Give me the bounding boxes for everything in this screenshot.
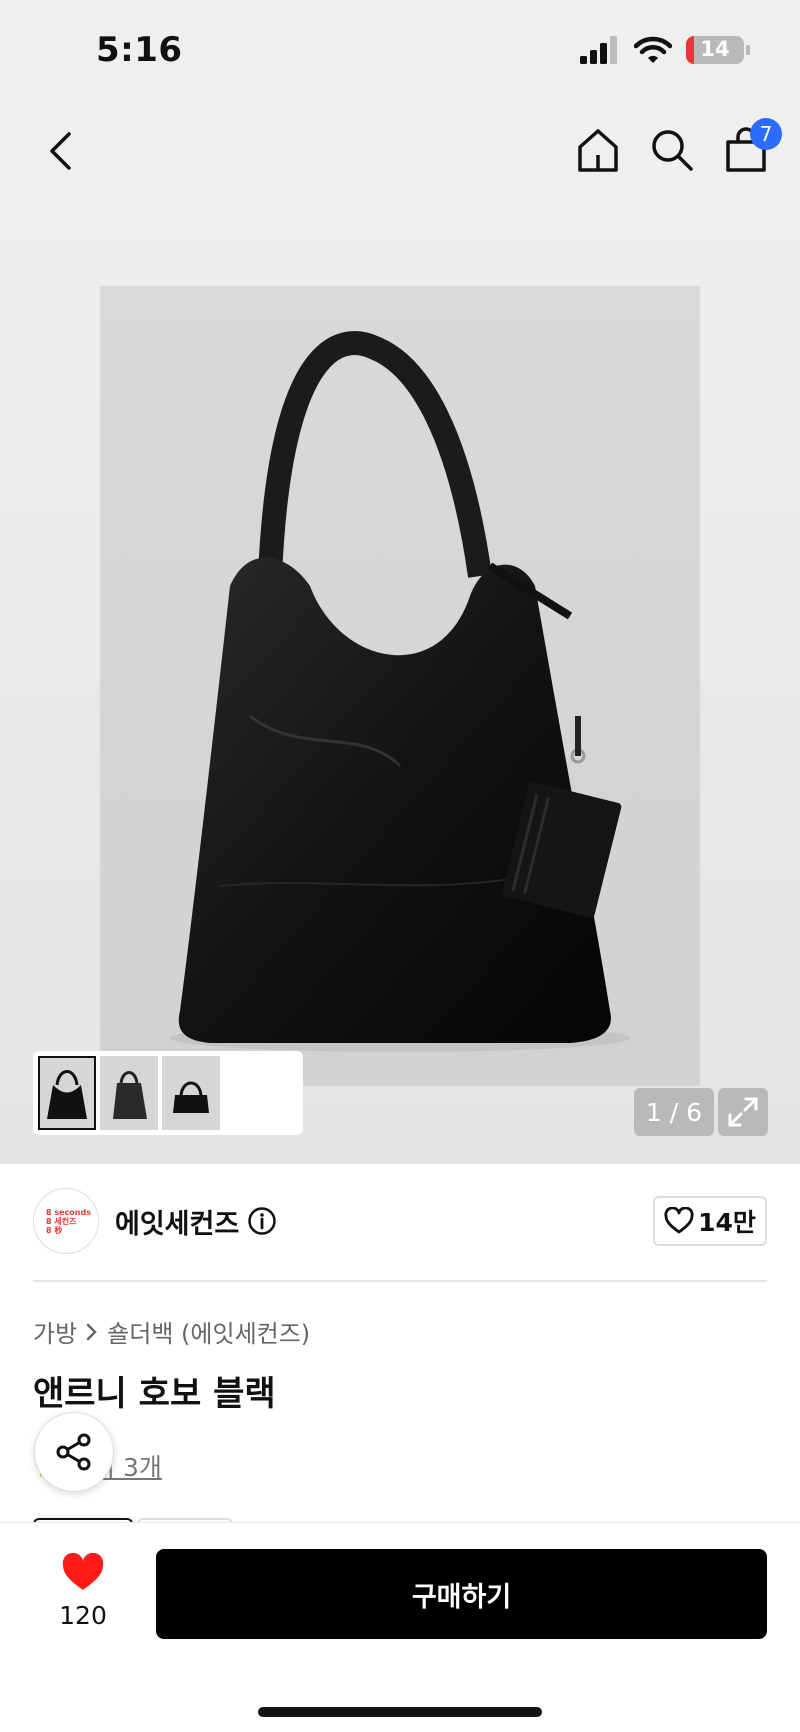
product-image[interactable]: [100, 286, 700, 1086]
fullscreen-button[interactable]: [718, 1088, 768, 1136]
brand-logo[interactable]: 8 seconds 8 세컨즈 8 秒: [33, 1188, 99, 1254]
battery-icon: 14: [686, 36, 744, 64]
brand-logo-line: 8 seconds: [46, 1207, 91, 1217]
home-indicator[interactable]: [258, 1707, 542, 1717]
home-icon: [578, 129, 618, 172]
thumbnail-strip: [33, 1051, 303, 1135]
thumbnail-2[interactable]: [100, 1056, 158, 1130]
breadcrumb-subcategory[interactable]: 숄더백 (에잇세컨즈): [107, 1314, 310, 1349]
home-button[interactable]: [572, 122, 624, 178]
breadcrumb-category[interactable]: 가방: [33, 1314, 77, 1349]
wishlist-count: 120: [59, 1601, 107, 1630]
product-gallery[interactable]: 1 / 6: [0, 200, 800, 1164]
battery-level: 14: [700, 37, 730, 61]
info-icon[interactable]: [247, 1206, 277, 1236]
bottom-action-bar: 120 구매하기: [0, 1522, 800, 1732]
share-icon: [56, 1433, 91, 1471]
image-counter: 1 / 6: [634, 1088, 714, 1136]
brand-logo-line: 8 세컨즈: [46, 1216, 77, 1226]
thumbnail-3[interactable]: [162, 1056, 220, 1130]
breadcrumb: 가방 숄더백 (에잇세컨즈): [33, 1314, 310, 1349]
signal-icon: [580, 36, 617, 64]
status-icons: 14: [580, 36, 750, 64]
chevron-left-icon: [50, 132, 71, 170]
cart-button[interactable]: 7: [720, 118, 782, 178]
bag-thumbnail-icon: [173, 1081, 209, 1113]
wishlist-button[interactable]: 120: [40, 1553, 126, 1643]
heart-outline-icon: [664, 1207, 694, 1234]
battery-nub: [746, 45, 750, 55]
hobo-bag-image: [170, 331, 630, 1052]
wifi-icon: [634, 36, 672, 63]
thumbnail-1[interactable]: [38, 1056, 96, 1130]
bag-thumbnail-icon: [47, 1070, 87, 1119]
status-time: 5:16: [96, 30, 183, 70]
expand-icon: [728, 1097, 758, 1127]
cart-count-badge: 7: [750, 118, 782, 150]
search-button[interactable]: [646, 122, 698, 178]
heart-filled-icon: [62, 1553, 104, 1590]
chevron-right-icon: [86, 1323, 97, 1340]
share-button[interactable]: [34, 1412, 114, 1492]
search-icon: [652, 130, 693, 171]
buy-button[interactable]: 구매하기: [156, 1549, 767, 1639]
back-button[interactable]: [38, 126, 82, 176]
brand-logo-line: 8 秒: [46, 1225, 63, 1235]
brand-row: 8 seconds 8 세컨즈 8 秒 에잇세컨즈 14만: [33, 1188, 767, 1282]
nav-actions: 7: [572, 118, 782, 178]
brand-name[interactable]: 에잇세컨즈: [115, 1202, 239, 1241]
brand-like-count: 14만: [698, 1208, 756, 1237]
brand-like-button[interactable]: 14만: [653, 1196, 767, 1246]
bag-thumbnail-icon: [113, 1071, 147, 1119]
status-bar: 5:16 14: [0, 0, 800, 100]
product-title: 앤르니 호보 블랙: [33, 1374, 276, 1414]
nav-bar: 7: [0, 100, 800, 200]
